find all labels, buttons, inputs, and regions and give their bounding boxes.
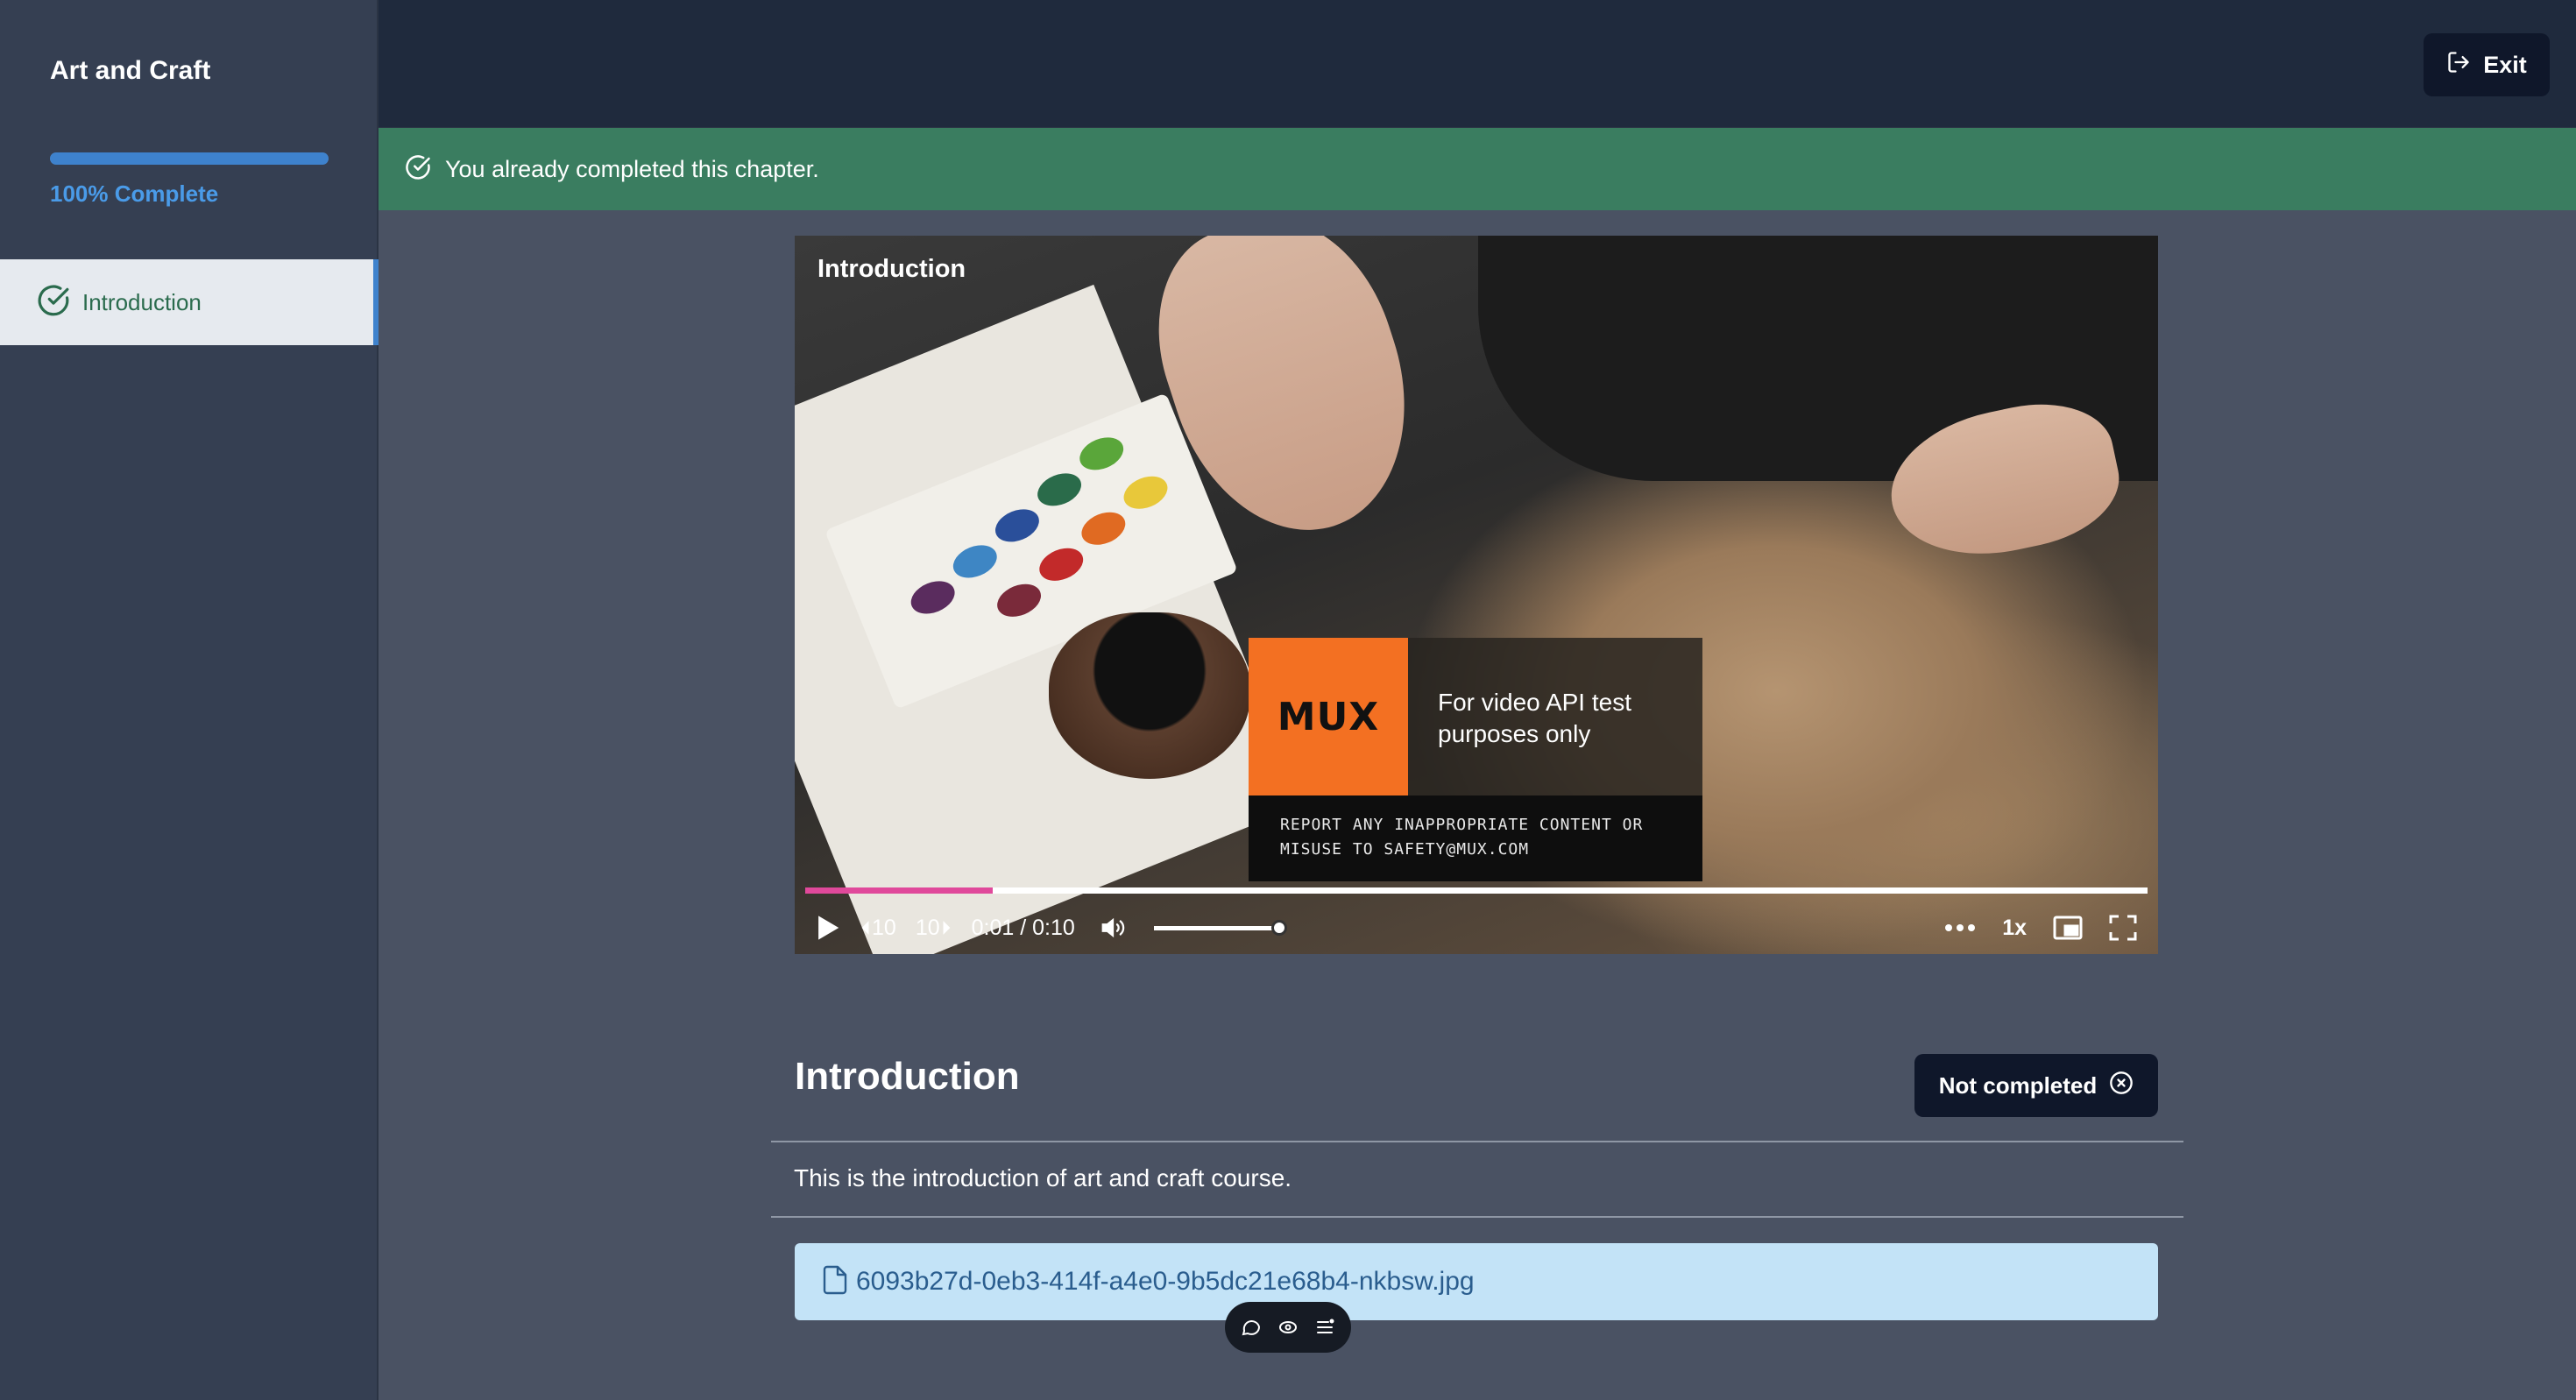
chapter-description: This is the introduction of art and craf… (794, 1164, 1292, 1191)
file-icon (819, 1262, 851, 1302)
attachment-name: 6093b27d-0eb3-414f-a4e0-9b5dc21e68b4-nkb… (856, 1267, 1475, 1296)
course-title: Art and Craft (50, 56, 211, 85)
divider (771, 1216, 2183, 1218)
sidebar-item-introduction[interactable]: Introduction (0, 259, 379, 345)
watermark-text: For video API test purposes only (1408, 638, 1702, 795)
attachment-link[interactable]: 6093b27d-0eb3-414f-a4e0-9b5dc21e68b4-nkb… (795, 1243, 2158, 1320)
volume-icon[interactable] (1098, 915, 1128, 941)
chapter-title: Introduction (795, 1055, 1020, 1098)
seek-back-label: 10 (872, 915, 896, 940)
x-circle-icon (2109, 1071, 2134, 1101)
playback-rate-button[interactable]: 1x (2002, 916, 2027, 941)
exit-label: Exit (2483, 51, 2527, 78)
seek-forward-button[interactable]: 10 (916, 916, 952, 941)
mux-watermark: MUX For video API test purposes only REP… (1249, 638, 1702, 881)
list-icon[interactable] (1314, 1317, 1335, 1338)
video-scrubber[interactable] (805, 887, 2148, 894)
picture-in-picture-icon[interactable] (2053, 916, 2083, 940)
exit-button[interactable]: Exit (2424, 33, 2550, 96)
volume-knob[interactable] (1270, 919, 1287, 936)
course-progress-bar (50, 152, 329, 165)
more-options-icon[interactable] (1944, 923, 1976, 932)
log-out-icon (2446, 50, 2471, 81)
video-title: Introduction (817, 255, 966, 283)
divider (771, 1141, 2183, 1142)
completion-banner: You already completed this chapter. (379, 128, 2576, 210)
seek-back-button[interactable]: 10 (860, 916, 896, 941)
mark-complete-button[interactable]: Not completed (1914, 1054, 2158, 1117)
banner-text: You already completed this chapter. (445, 155, 819, 182)
top-header: Exit (379, 0, 2576, 128)
check-circle-icon (405, 154, 431, 185)
volume-slider[interactable] (1153, 919, 1287, 936)
sidebar-item-label: Introduction (82, 288, 202, 315)
play-button[interactable] (816, 915, 840, 941)
status-label: Not completed (1938, 1071, 2098, 1099)
fullscreen-icon[interactable] (2109, 915, 2137, 941)
progress-label: 100% Complete (50, 180, 219, 207)
sidebar: Art and Craft 100% Complete Introduction (0, 0, 379, 1400)
mux-logo: MUX (1249, 638, 1408, 795)
floating-toolbar (1225, 1302, 1351, 1353)
scrubber-played (805, 887, 994, 894)
check-circle-icon (37, 284, 70, 322)
course-progress-fill (50, 152, 329, 165)
watermark-report: REPORT ANY INAPPROPRIATE CONTENT OR MISU… (1249, 795, 1702, 881)
video-player[interactable]: Introduction MUX For video API test purp… (795, 236, 2158, 954)
video-controls: 10 10 0:01 / 0:10 1x (795, 902, 2158, 954)
time-display: 0:01 / 0:10 (971, 915, 1075, 940)
seek-forward-label: 10 (915, 915, 940, 940)
comment-icon[interactable] (1241, 1317, 1262, 1338)
eye-icon[interactable] (1277, 1317, 1299, 1338)
